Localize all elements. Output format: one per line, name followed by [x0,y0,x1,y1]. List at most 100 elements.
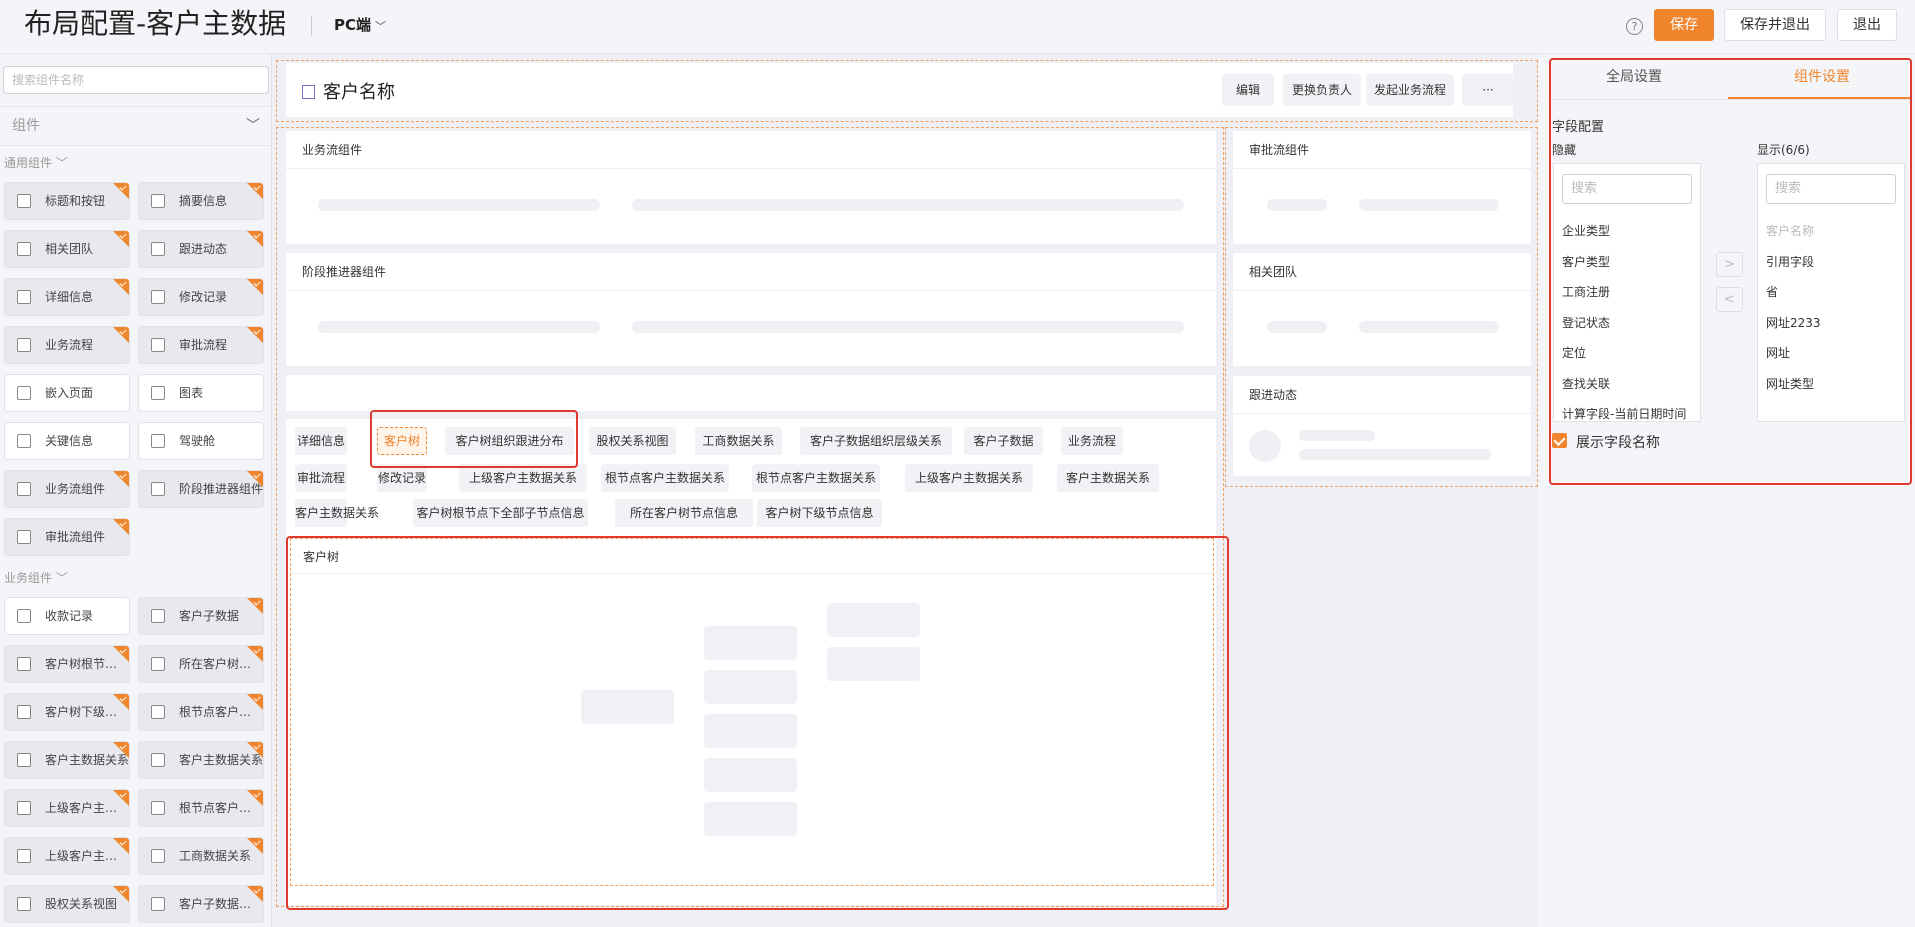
added-check-icon [113,838,129,854]
component-label: 关键信息 [45,434,94,448]
skeleton-bar [1267,199,1327,211]
tab-item[interactable]: 业务流程 [1061,427,1123,455]
component-item[interactable]: 关键信息 [4,422,130,460]
exit-button[interactable]: 退出 [1837,9,1897,41]
component-item[interactable]: 客户子数据 [138,597,264,635]
component-icon [17,338,31,352]
tab-item[interactable]: 上级客户主数据关系 [459,464,587,492]
follow-card[interactable]: 跟进动态 [1233,376,1531,476]
category-select[interactable]: 组件 ﹀ [0,106,271,146]
tab-item[interactable]: 工商数据关系 [695,427,782,455]
annotation-box-tabs [370,410,578,468]
building-icon [302,85,315,99]
component-item[interactable]: 所在客户树节点信息 [138,645,264,683]
component-item[interactable]: 客户主数据关系 [138,741,264,779]
component-item[interactable]: 股权关系视图 [4,885,130,923]
component-item[interactable]: 阶段推进器组件 [138,470,264,508]
skeleton-bar [632,199,1184,211]
component-item[interactable]: 工商数据关系 [138,837,264,875]
component-label: 审批流程 [179,338,228,352]
component-item[interactable]: 收款记录 [4,597,130,635]
component-item[interactable]: 详细信息 [4,278,130,316]
save-exit-button[interactable]: 保存并退出 [1724,9,1826,41]
added-check-icon [113,183,129,199]
edit-button[interactable]: 编辑 [1222,74,1274,106]
chevron-down-icon: ﹀ [55,156,68,170]
component-item[interactable]: 审批流程 [138,326,264,364]
card-title: 相关团队 [1249,265,1298,279]
component-item[interactable]: 客户树下级节点信息 [4,693,130,731]
component-label: 修改记录 [179,290,228,304]
component-item[interactable]: 图表 [138,374,264,412]
added-check-icon [247,598,263,614]
tab-item[interactable]: 根节点客户主数据关系 [601,464,729,492]
tab-item[interactable]: 详细信息 [295,427,347,455]
card-title: 阶段推进器组件 [302,265,387,279]
component-icon [17,801,31,815]
component-item[interactable]: 根节点客户主数据关系 [138,789,264,827]
component-item[interactable]: 跟进动态 [138,230,264,268]
component-item[interactable]: 客户主数据关系 [4,741,130,779]
component-item[interactable]: 客户树根节点下全部子节点信息 [4,645,130,683]
annotation-box-tree [286,536,1229,910]
tab-item[interactable]: 所在客户树节点信息 [615,499,753,527]
team-card[interactable]: 相关团队 [1233,253,1531,366]
component-item[interactable]: 根节点客户主数据关系 [138,693,264,731]
added-check-icon [113,327,129,343]
component-label: 股权关系视图 [45,897,118,911]
component-item[interactable]: 上级客户主数据关系 [4,837,130,875]
tab-item[interactable]: 审批流程 [295,464,347,492]
tab-item[interactable]: 修改记录 [377,464,427,492]
component-label: 工商数据关系 [179,849,252,863]
added-check-icon [247,327,263,343]
component-item[interactable]: 相关团队 [4,230,130,268]
component-item[interactable]: 客户子数据组织层级关系 [138,885,264,923]
component-item[interactable]: 业务流程 [4,326,130,364]
save-button[interactable]: 保存 [1654,9,1714,41]
component-label: 业务流程 [45,338,94,352]
component-icon [17,897,31,911]
group-general-toggle[interactable]: 通用组件 ﹀ [4,154,68,171]
added-check-icon [113,742,129,758]
component-item[interactable]: 嵌入页面 [4,374,130,412]
component-search-input[interactable]: 搜索组件名称 [3,66,269,94]
approval-card[interactable]: 审批流组件 [1233,131,1531,244]
added-check-icon [113,519,129,535]
empty-card[interactable] [286,375,1216,411]
tab-item[interactable]: 客户主数据关系 [295,499,379,527]
component-item[interactable]: 标题和按钮 [4,182,130,220]
component-icon [17,194,31,208]
component-item[interactable]: 审批流组件 [4,518,130,556]
added-check-icon [113,279,129,295]
component-label: 审批流组件 [45,530,106,544]
tab-item[interactable]: 客户树根节点下全部子节点信息 [413,499,588,527]
more-button[interactable]: ··· [1462,74,1514,106]
tab-item[interactable]: 股权关系视图 [589,427,676,455]
group-business-toggle[interactable]: 业务组件 ﹀ [4,569,68,586]
tab-item[interactable]: 客户树下级节点信息 [757,499,882,527]
component-icon [151,705,165,719]
added-check-icon [247,183,263,199]
tab-item[interactable]: 客户子数据组织层级关系 [800,427,952,455]
added-check-icon [113,471,129,487]
component-icon [17,753,31,767]
stage-card[interactable]: 阶段推进器组件 [286,253,1216,366]
tab-item[interactable]: 上级客户主数据关系 [905,464,1033,492]
component-item[interactable]: 摘要信息 [138,182,264,220]
component-label: 相关团队 [45,242,94,256]
divider [1233,290,1531,291]
component-label: 跟进动态 [179,242,228,256]
component-item[interactable]: 驾驶舱 [138,422,264,460]
platform-select[interactable]: PC端 ﹀ [334,14,386,35]
tab-item[interactable]: 客户主数据关系 [1057,464,1159,492]
component-item[interactable]: 业务流组件 [4,470,130,508]
bizflow-card[interactable]: 业务流组件 [286,131,1216,244]
component-icon [151,386,165,400]
tab-item[interactable]: 根节点客户主数据关系 [752,464,880,492]
change-owner-button[interactable]: 更换负责人 [1283,74,1361,106]
start-process-button[interactable]: 发起业务流程 [1366,74,1454,106]
help-icon[interactable]: ? [1626,18,1643,35]
tab-item[interactable]: 客户子数据 [964,427,1043,455]
component-item[interactable]: 修改记录 [138,278,264,316]
component-item[interactable]: 上级客户主数据关系 [4,789,130,827]
